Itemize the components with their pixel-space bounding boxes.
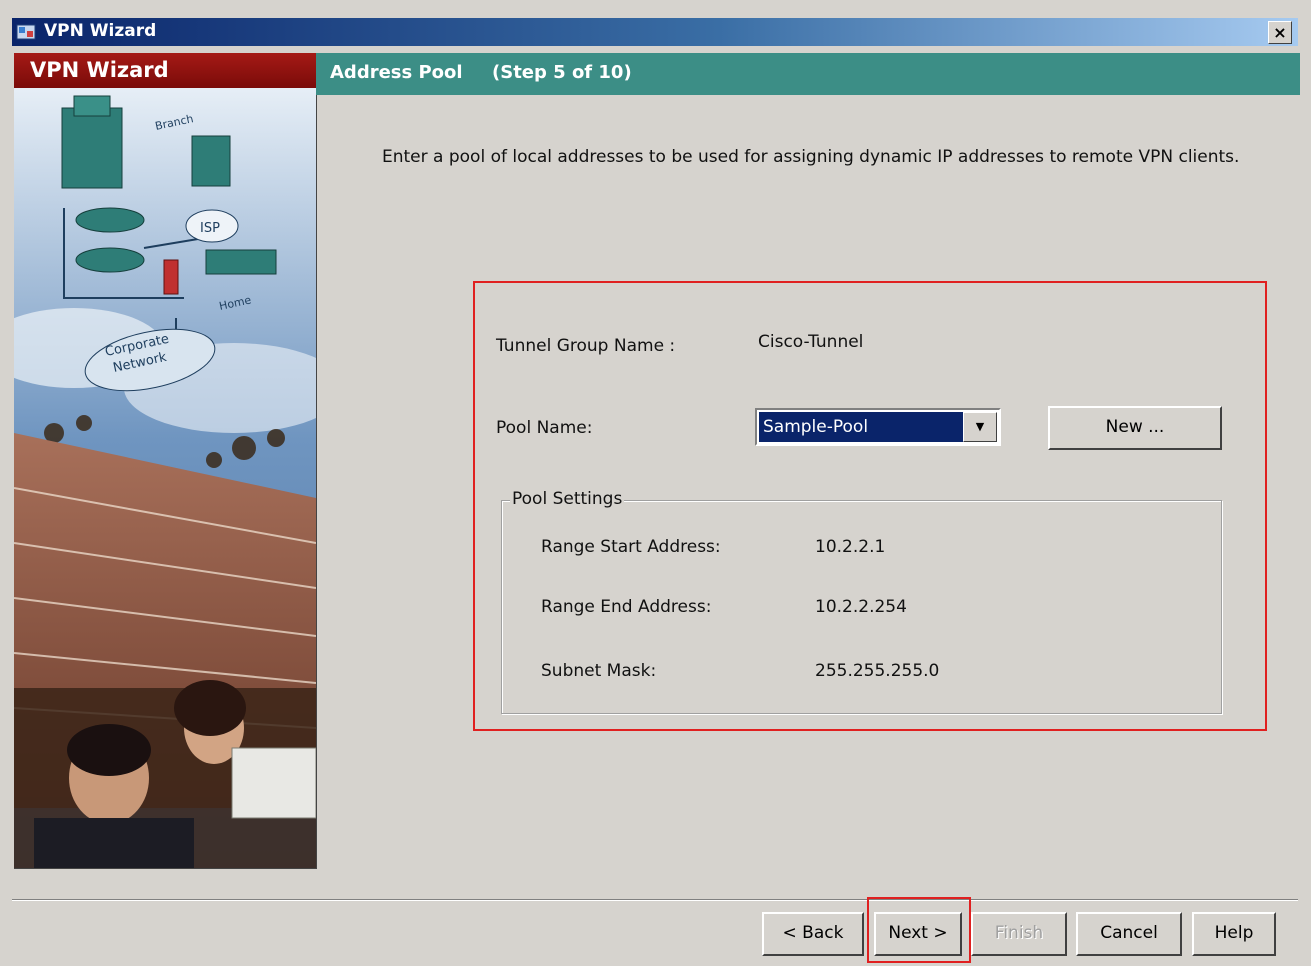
step-counter: (Step 5 of 10) [492,62,632,83]
close-button[interactable]: × [1268,21,1292,44]
button-bar-separator [12,899,1298,901]
step-header: Address Pool (Step 5 of 10) [316,53,1300,95]
cancel-button[interactable]: Cancel [1076,912,1182,956]
range-end-value: 10.2.2.254 [815,597,907,617]
pool-name-selected-value[interactable]: Sample-Pool [759,412,965,442]
new-pool-button[interactable]: New ... [1048,406,1222,450]
range-end-label: Range End Address: [541,597,712,617]
pool-name-select[interactable]: Sample-Pool ▼ [755,408,1001,446]
vpn-wizard-window: VPN Wizard × VPN Wizard ISP Branch Home … [0,0,1311,966]
window-title: VPN Wizard [44,21,157,41]
dropdown-arrow-icon[interactable]: ▼ [963,412,997,442]
title-bar[interactable]: VPN Wizard × [12,18,1298,46]
pool-settings-legend: Pool Settings [510,489,625,509]
subnet-mask-value: 255.255.255.0 [815,661,940,681]
pool-name-label: Pool Name: [496,418,593,438]
help-button[interactable]: Help [1192,912,1276,956]
tunnel-group-value: Cisco-Tunnel [758,332,864,352]
tunnel-group-label: Tunnel Group Name : [496,336,676,356]
range-start-label: Range Start Address: [541,537,721,557]
step-title: Address Pool [330,62,463,83]
finish-button[interactable]: Finish [971,912,1067,956]
sidebar-header: VPN Wizard [14,53,316,88]
network-illustration-image: ISP Branch Home Corporate Network [14,88,316,868]
sidebar-illustration: ISP Branch Home Corporate Network [14,88,317,869]
back-button[interactable]: < Back [762,912,864,956]
subnet-mask-label: Subnet Mask: [541,661,657,681]
isp-label: ISP [200,221,220,236]
next-button-annotation-box [867,897,971,963]
vpn-wizard-app-icon [16,24,36,40]
sidebar-title: VPN Wizard [30,58,169,82]
range-start-value: 10.2.2.1 [815,537,886,557]
instructions-text: Enter a pool of local addresses to be us… [382,147,1240,167]
